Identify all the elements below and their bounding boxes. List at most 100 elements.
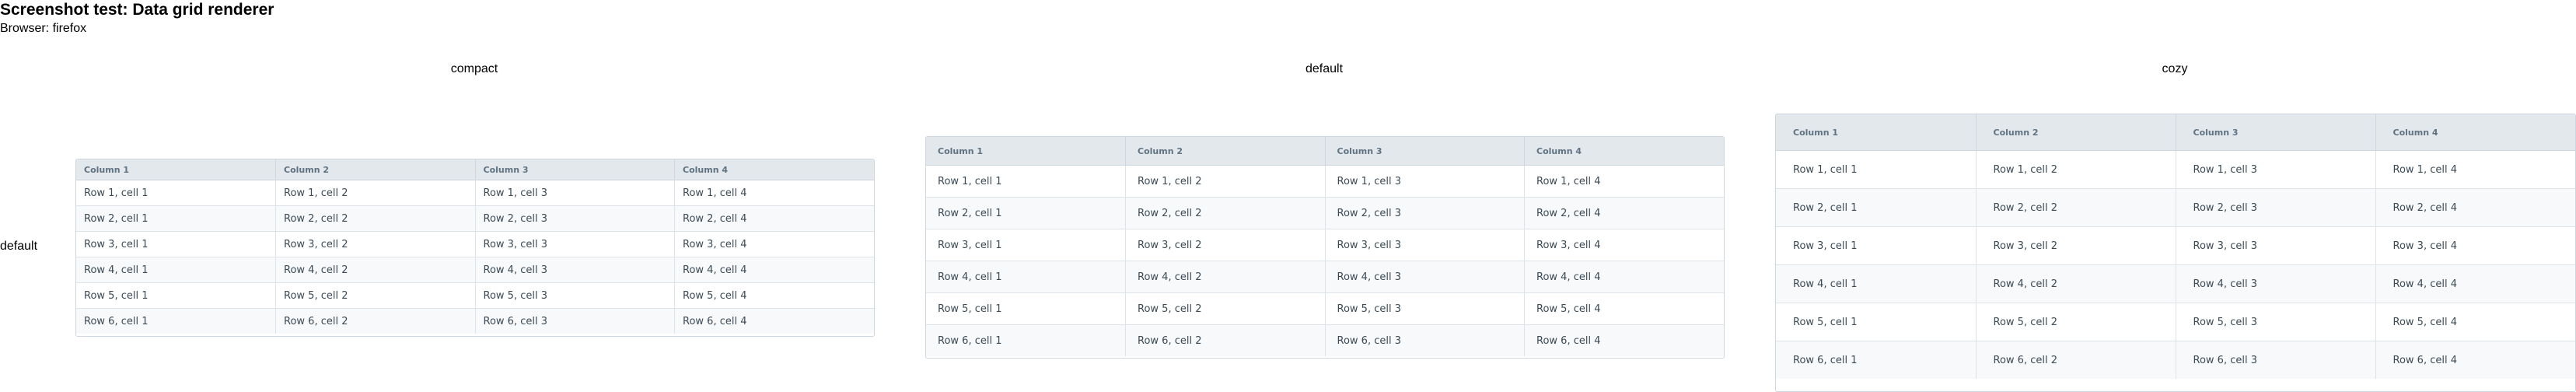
grid-cell[interactable]: Row 2, cell 4: [1524, 197, 1724, 229]
table-row[interactable]: Row 1, cell 1 Row 1, cell 2 Row 1, cell 3R…: [76, 180, 874, 206]
grid-cell[interactable]: Row 2, cell 4: [2375, 188, 2575, 227]
grid-cell[interactable]: Row 1, cell 4: [2375, 150, 2575, 189]
grid-cell[interactable]: Row 1, cell 3: [1325, 165, 1525, 198]
grid-cell[interactable]: Row 4, cell 3: [475, 257, 675, 283]
grid-cell[interactable]: Row 4, cell 2: [275, 257, 476, 283]
table-row[interactable]: Row 5, cell 1 Row 5, cell 2 Row 5, cell 3R…: [926, 292, 1724, 325]
grid-cell[interactable]: Row 5, cell 4: [674, 282, 874, 309]
grid-cell[interactable]: Row 5, cell 4: [1524, 292, 1724, 325]
column-header-1[interactable]: Column 1: [76, 159, 276, 180]
grid-cell[interactable]: Row 5, cell 2: [275, 282, 476, 309]
grid-cell[interactable]: Row 6, cell 4: [2375, 341, 2575, 379]
grid-cell[interactable]: Row 1, cell 4: [674, 180, 874, 206]
grid-cell[interactable]: Row 5, cell 1: [926, 292, 1126, 325]
table-row[interactable]: Row 3, cell 1 Row 3, cell 2 Row 3, cell 3R…: [926, 229, 1724, 261]
column-header-4[interactable]: Column 4: [674, 159, 874, 180]
grid-cell[interactable]: Row 1, cell 1: [76, 180, 276, 206]
table-row[interactable]: Row 2, cell 1 Row 2, cell 2 Row 2, cell 3R…: [926, 197, 1724, 229]
column-header-3[interactable]: Column 3: [1325, 137, 1525, 166]
grid-cell[interactable]: Row 6, cell 2: [1125, 324, 1326, 356]
grid-cell[interactable]: Row 6, cell 1: [1776, 341, 1977, 379]
grid-cell[interactable]: Row 1, cell 1: [1776, 150, 1977, 189]
grid-cell[interactable]: Row 3, cell 1: [1776, 226, 1977, 265]
column-header-4[interactable]: Column 4: [1524, 137, 1724, 166]
grid-cell[interactable]: Row 3, cell 3: [475, 231, 675, 257]
column-header-2[interactable]: Column 2: [275, 159, 476, 180]
column-header-2[interactable]: Column 2: [1125, 137, 1326, 166]
grid-cell[interactable]: Row 5, cell 3: [1325, 292, 1525, 325]
grid-cell[interactable]: Row 5, cell 4: [2375, 303, 2575, 341]
table-row[interactable]: Row 3, cell 1 Row 3, cell 2 Row 3, cell 3R…: [76, 231, 874, 257]
grid-cell[interactable]: Row 5, cell 3: [2176, 303, 2376, 341]
grid-cell[interactable]: Row 6, cell 4: [674, 308, 874, 334]
grid-cell[interactable]: Row 2, cell 1: [76, 205, 276, 232]
grid-cell[interactable]: Row 4, cell 4: [2375, 264, 2575, 303]
grid-cell[interactable]: Row 3, cell 2: [1976, 226, 2176, 265]
table-row[interactable]: Row 4, cell 1 Row 4, cell 2 Row 4, cell 3R…: [76, 257, 874, 283]
grid-cell[interactable]: Row 5, cell 3: [475, 282, 675, 309]
grid-cell[interactable]: Row 3, cell 2: [275, 231, 476, 257]
table-row[interactable]: Row 6, cell 1 Row 6, cell 2 Row 6, cell 3R…: [926, 324, 1724, 356]
table-row[interactable]: Row 4, cell 1 Row 4, cell 2 Row 4, cell 3R…: [926, 261, 1724, 293]
grid-cell[interactable]: Row 4, cell 1: [1776, 264, 1977, 303]
grid-cell[interactable]: Row 1, cell 3: [475, 180, 675, 206]
grid-cell[interactable]: Row 4, cell 2: [1125, 261, 1326, 293]
grid-cell[interactable]: Row 2, cell 1: [1776, 188, 1977, 227]
grid-cell[interactable]: Row 4, cell 4: [1524, 261, 1724, 293]
grid-cell[interactable]: Row 2, cell 2: [275, 205, 476, 232]
column-header-3[interactable]: Column 3: [475, 159, 675, 180]
grid-cell[interactable]: Row 1, cell 1: [926, 165, 1126, 198]
grid-cell[interactable]: Row 1, cell 4: [1524, 165, 1724, 198]
grid-cell[interactable]: Row 4, cell 3: [2176, 264, 2376, 303]
table-row[interactable]: Row 3, cell 1 Row 3, cell 2 Row 3, cell 3R…: [1776, 226, 2575, 265]
grid-cell[interactable]: Row 4, cell 4: [674, 257, 874, 283]
grid-cell[interactable]: Row 6, cell 2: [1976, 341, 2176, 379]
table-row[interactable]: Row 5, cell 1 Row 5, cell 2 Row 5, cell 3R…: [76, 282, 874, 309]
table-row[interactable]: Row 2, cell 1 Row 2, cell 2 Row 2, cell 3R…: [76, 205, 874, 232]
grid-cell[interactable]: Row 1, cell 2: [1125, 165, 1326, 198]
grid-cell[interactable]: Row 1, cell 2: [275, 180, 476, 206]
grid-cell[interactable]: Row 3, cell 1: [76, 231, 276, 257]
grid-cell[interactable]: Row 3, cell 4: [1524, 229, 1724, 261]
grid-cell[interactable]: Row 5, cell 2: [1125, 292, 1326, 325]
grid-cell[interactable]: Row 6, cell 3: [1325, 324, 1525, 356]
grid-cell[interactable]: Row 2, cell 3: [2176, 188, 2376, 227]
grid-cell[interactable]: Row 6, cell 4: [1524, 324, 1724, 356]
column-header-2[interactable]: Column 2: [1976, 114, 2176, 151]
grid-cell[interactable]: Row 6, cell 1: [926, 324, 1126, 356]
column-header-1[interactable]: Column 1: [926, 137, 1126, 166]
table-row[interactable]: Row 6, cell 1 Row 6, cell 2 Row 6, cell 3R…: [1776, 341, 2575, 379]
grid-cell[interactable]: Row 3, cell 4: [674, 231, 874, 257]
table-row[interactable]: Row 6, cell 1 Row 6, cell 2 Row 6, cell 3R…: [76, 308, 874, 334]
grid-cell[interactable]: Row 6, cell 3: [475, 308, 675, 334]
grid-cell[interactable]: Row 1, cell 3: [2176, 150, 2376, 189]
grid-cell[interactable]: Row 4, cell 2: [1976, 264, 2176, 303]
grid-cell[interactable]: Row 2, cell 1: [926, 197, 1126, 229]
table-row[interactable]: Row 5, cell 1 Row 5, cell 2 Row 5, cell 3R…: [1776, 303, 2575, 341]
grid-cell[interactable]: Row 2, cell 3: [1325, 197, 1525, 229]
grid-cell[interactable]: Row 2, cell 3: [475, 205, 675, 232]
grid-cell[interactable]: Row 2, cell 2: [1125, 197, 1326, 229]
grid-cell[interactable]: Row 5, cell 2: [1976, 303, 2176, 341]
grid-cell[interactable]: Row 3, cell 2: [1125, 229, 1326, 261]
grid-cell[interactable]: Row 5, cell 1: [1776, 303, 1977, 341]
grid-cell[interactable]: Row 3, cell 3: [2176, 226, 2376, 265]
grid-cell[interactable]: Row 6, cell 1: [76, 308, 276, 334]
table-row[interactable]: Row 4, cell 1 Row 4, cell 2 Row 4, cell 3R…: [1776, 264, 2575, 303]
grid-cell[interactable]: Row 4, cell 1: [76, 257, 276, 283]
grid-cell[interactable]: Row 4, cell 1: [926, 261, 1126, 293]
grid-cell[interactable]: Row 3, cell 4: [2375, 226, 2575, 265]
column-header-4[interactable]: Column 4: [2375, 114, 2575, 151]
grid-cell[interactable]: Row 6, cell 3: [2176, 341, 2376, 379]
grid-cell[interactable]: Row 1, cell 2: [1976, 150, 2176, 189]
grid-cell[interactable]: Row 2, cell 4: [674, 205, 874, 232]
table-row[interactable]: Row 2, cell 1 Row 2, cell 2 Row 2, cell 3R…: [1776, 188, 2575, 227]
grid-cell[interactable]: Row 3, cell 3: [1325, 229, 1525, 261]
grid-cell[interactable]: Row 2, cell 2: [1976, 188, 2176, 227]
grid-cell[interactable]: Row 6, cell 2: [275, 308, 476, 334]
grid-cell[interactable]: Row 3, cell 1: [926, 229, 1126, 261]
column-header-1[interactable]: Column 1: [1776, 114, 1977, 151]
grid-cell[interactable]: Row 5, cell 1: [76, 282, 276, 309]
column-header-3[interactable]: Column 3: [2176, 114, 2376, 151]
grid-cell[interactable]: Row 4, cell 3: [1325, 261, 1525, 293]
